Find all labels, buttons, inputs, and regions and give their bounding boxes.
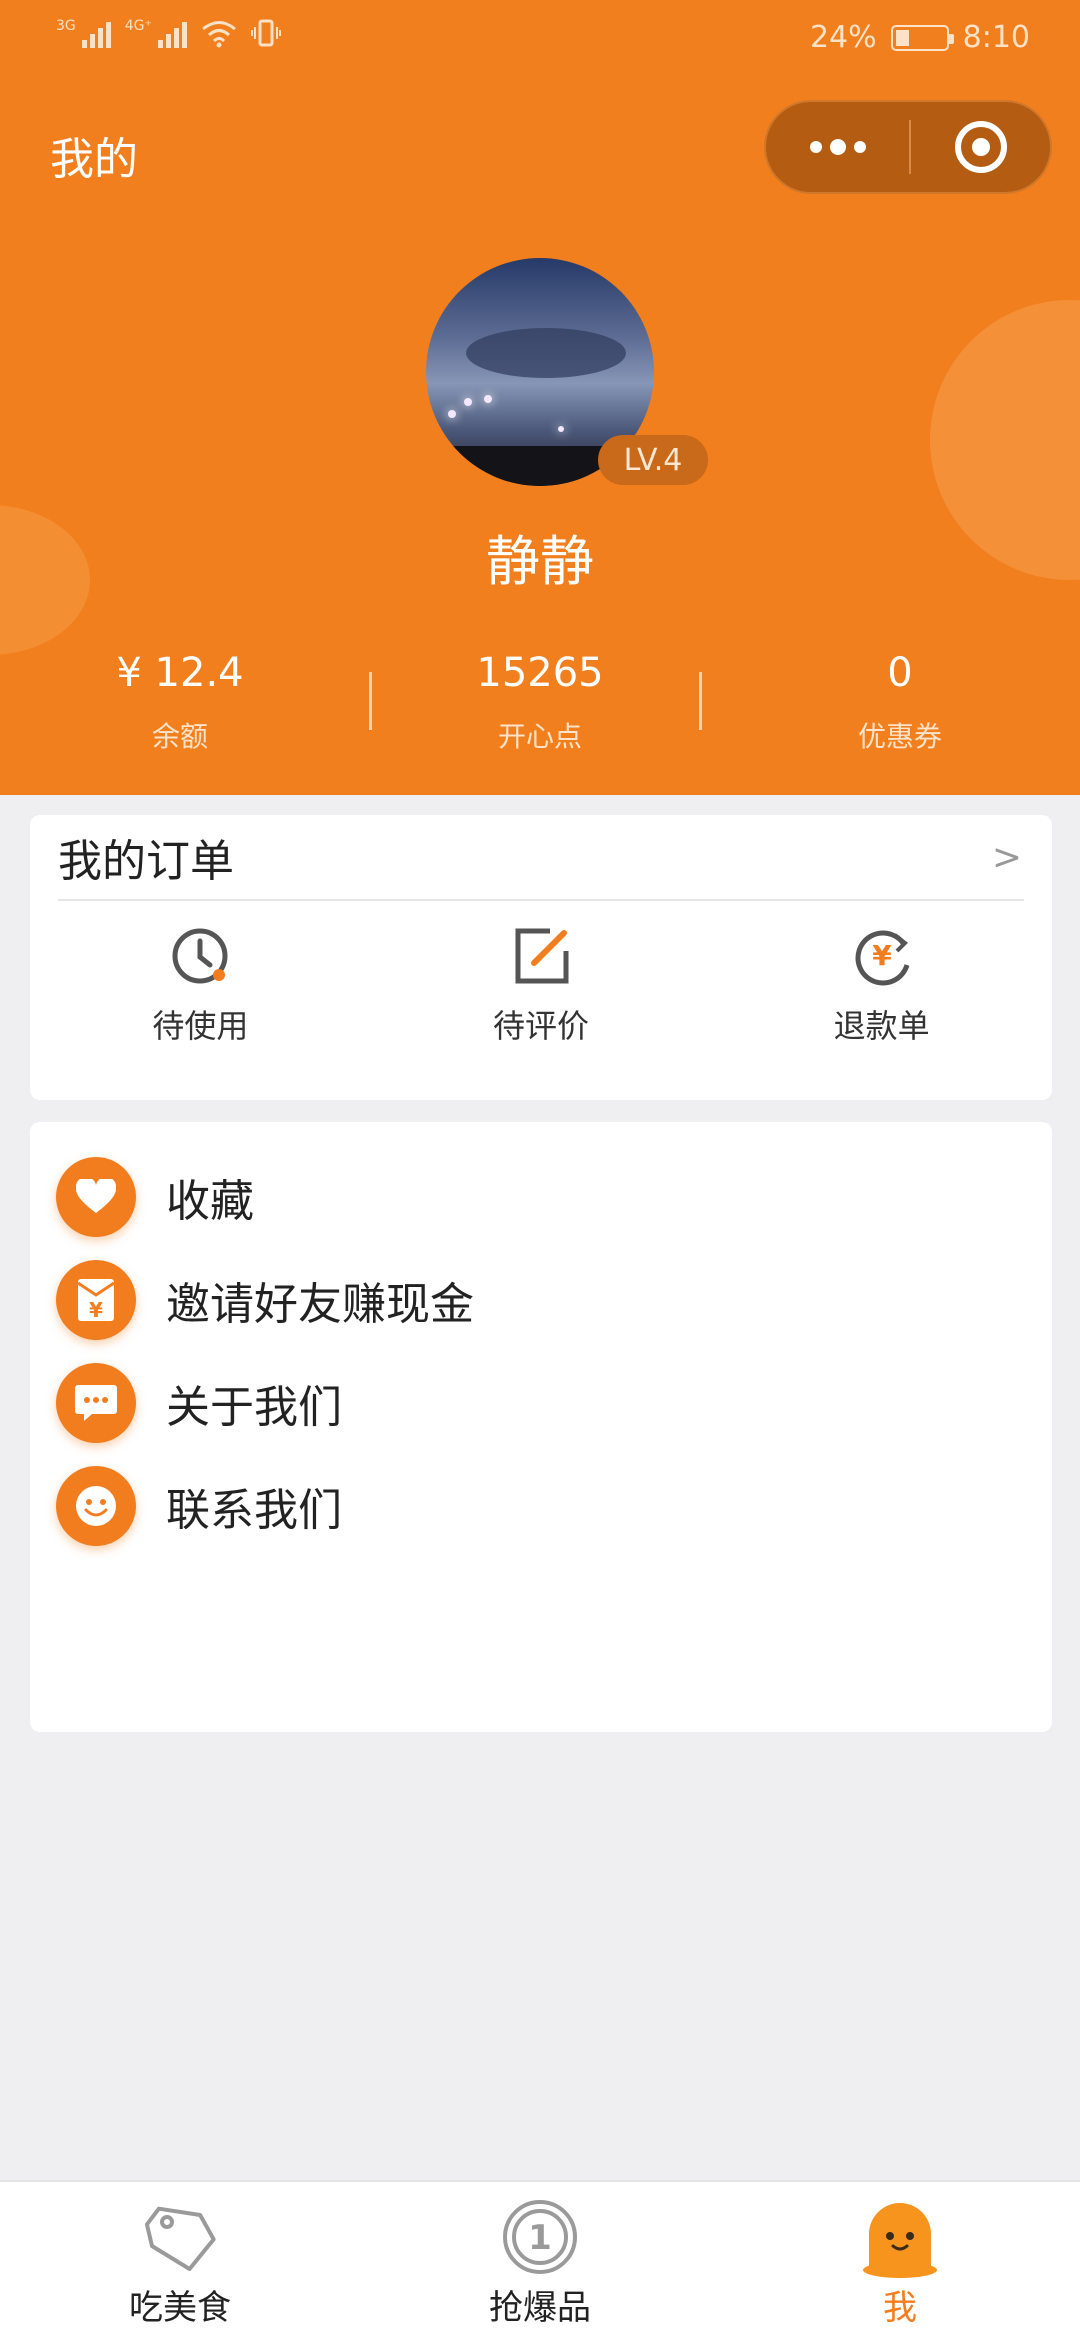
- battery-percent: 24%: [809, 20, 877, 55]
- stat-value: 0: [887, 650, 913, 696]
- tab-label: 抢爆品: [489, 2288, 591, 2328]
- target-circle-icon: [954, 121, 1007, 173]
- vibrate-icon: [250, 19, 281, 47]
- page-title: 我的: [50, 134, 138, 185]
- level-badge: LV.4: [598, 435, 708, 485]
- stat-balance[interactable]: ¥ 12.4 余额: [0, 645, 360, 765]
- menu-item-favorites[interactable]: 收藏: [56, 1152, 1016, 1242]
- svg-text:1: 1: [528, 2218, 552, 2258]
- orders-card: 我的订单 > 待使用 待评价 ¥ 退款单: [30, 815, 1052, 1100]
- order-item-label: 退款单: [833, 1007, 930, 1045]
- stat-divider: [699, 672, 702, 730]
- clock-time: 8:10: [962, 20, 1030, 55]
- order-pending-review[interactable]: 待评价: [371, 925, 712, 1047]
- orders-header[interactable]: 我的订单 >: [58, 815, 1024, 901]
- menu-item-label: 联系我们: [166, 1485, 342, 1536]
- stat-divider: [369, 672, 372, 730]
- status-bar: 3G 4G⁺ 24% 8:10: [0, 0, 1080, 80]
- battery-icon: [890, 24, 954, 51]
- tag-icon: [139, 2196, 221, 2278]
- stat-value: ¥ 12.4: [116, 650, 244, 696]
- order-item-label: 待使用: [152, 1007, 249, 1045]
- mascot-face-icon: [859, 2196, 941, 2278]
- wifi-icon: [201, 21, 236, 48]
- svg-text:¥: ¥: [89, 1298, 103, 1322]
- menu-item-label: 邀请好友赚现金: [166, 1279, 474, 1330]
- stat-label: 开心点: [497, 720, 582, 753]
- tab-me[interactable]: 我: [720, 2182, 1080, 2340]
- user-name: 静静: [486, 530, 594, 593]
- stat-happy-points[interactable]: 15265 开心点: [360, 645, 720, 765]
- tab-label: 吃美食: [129, 2288, 231, 2328]
- stat-label: 余额: [151, 720, 208, 753]
- menu-item-contact[interactable]: 联系我们: [56, 1461, 1016, 1551]
- red-envelope-yen-icon: ¥: [56, 1260, 136, 1340]
- signal-3g-icon: 3G: [56, 18, 111, 48]
- account-stats: ¥ 12.4 余额 15265 开心点 0 优惠券: [0, 645, 1080, 765]
- profile-page: 3G 4G⁺ 24% 8:10 我的 LV.4 静静 ¥ 12.4 余额 152…: [0, 0, 1080, 2340]
- signal-4g-icon: 4G⁺: [125, 18, 187, 48]
- bottom-tab-bar: 吃美食 1 抢爆品 我: [0, 2180, 1080, 2340]
- menu-item-invite[interactable]: ¥ 邀请好友赚现金: [56, 1255, 1016, 1345]
- tab-hot-deals[interactable]: 1 抢爆品: [360, 2182, 720, 2340]
- menu-card: 收藏 ¥ 邀请好友赚现金 关于我们 联系我们: [30, 1122, 1052, 1732]
- order-pending-use[interactable]: 待使用: [30, 925, 371, 1047]
- chevron-right-icon: >: [991, 836, 1022, 878]
- orders-title: 我的订单: [58, 836, 234, 887]
- more-menu-button[interactable]: [766, 102, 909, 192]
- heart-icon: [56, 1157, 136, 1237]
- clock-icon: [172, 928, 228, 984]
- profile-header: 3G 4G⁺ 24% 8:10 我的 LV.4 静静 ¥ 12.4 余额 152…: [0, 0, 1080, 795]
- order-item-label: 待评价: [493, 1007, 590, 1045]
- svg-text:¥: ¥: [872, 939, 892, 972]
- smiley-icon: [56, 1466, 136, 1546]
- order-refunds[interactable]: ¥ 退款单: [711, 925, 1052, 1047]
- menu-item-label: 关于我们: [166, 1382, 342, 1433]
- edit-icon: [515, 928, 569, 984]
- miniprogram-capsule: [764, 100, 1052, 194]
- menu-item-about[interactable]: 关于我们: [56, 1358, 1016, 1448]
- stat-coupons[interactable]: 0 优惠券: [720, 645, 1080, 765]
- refund-yen-icon: ¥: [855, 930, 910, 986]
- menu-item-label: 收藏: [166, 1176, 254, 1227]
- chat-bubble-icon: [56, 1363, 136, 1443]
- tab-food[interactable]: 吃美食: [0, 2182, 360, 2340]
- stat-value: 15265: [476, 650, 604, 696]
- close-miniprogram-button[interactable]: [911, 121, 1050, 173]
- stat-label: 优惠券: [857, 720, 942, 753]
- coin-one-icon: 1: [499, 2196, 581, 2278]
- tab-label: 我: [883, 2288, 917, 2328]
